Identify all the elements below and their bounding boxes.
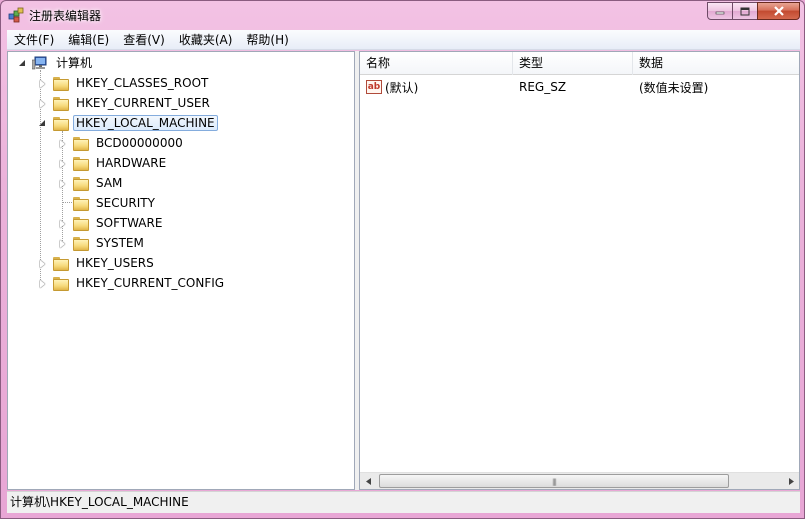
tree-node-hkey-current-user[interactable]: HKEY_CURRENT_USER	[38, 94, 213, 112]
scroll-left-icon	[365, 477, 371, 485]
folder-icon	[72, 236, 89, 251]
menu-help[interactable]: 帮助(H)	[239, 30, 295, 50]
minimize-button[interactable]	[707, 2, 733, 20]
folder-icon	[72, 216, 89, 231]
value-name-cell: ab (默认)	[360, 79, 513, 96]
folder-icon	[72, 156, 89, 171]
close-button[interactable]	[757, 2, 800, 20]
tree-node-label: HARDWARE	[96, 156, 167, 170]
tree-node-security[interactable]: SECURITY	[58, 194, 158, 212]
menu-favorites[interactable]: 收藏夹(A)	[172, 30, 240, 50]
value-data: (数值未设置)	[639, 80, 709, 95]
column-header-data[interactable]: 数据	[633, 52, 799, 75]
tree-node-label: SECURITY	[96, 196, 155, 210]
string-value-icon: ab	[366, 80, 382, 94]
registry-editor-window: 注册表编辑器 文件(F) 编辑(E) 查看(V) 收藏夹(A) 帮助(H) 计算…	[0, 0, 805, 519]
client-area: 计算机 HKEY_CLASSES_ROOT HKEY_CURRENT_USER …	[7, 51, 800, 490]
tree-node-label: SOFTWARE	[96, 216, 163, 230]
tree-node-hkey-local-machine[interactable]: HKEY_LOCAL_MACHINE	[38, 114, 218, 132]
scroll-right-icon	[788, 477, 794, 485]
tree-node-label-selected: HKEY_LOCAL_MACHINE	[73, 115, 218, 131]
column-header-type[interactable]: 类型	[513, 52, 633, 75]
folder-icon	[52, 276, 69, 291]
horizontal-scrollbar[interactable]: |||	[360, 472, 799, 489]
tree-node-label: SYSTEM	[96, 236, 144, 250]
tree-node-label: BCD00000000	[96, 136, 183, 150]
expand-arrow-icon[interactable]	[38, 279, 47, 288]
tree-node-computer[interactable]: 计算机	[18, 54, 95, 72]
folder-icon	[72, 176, 89, 191]
tree-node-hardware[interactable]: HARDWARE	[58, 154, 169, 172]
tree-node-label: HKEY_CURRENT_USER	[76, 96, 210, 110]
expand-arrow-icon[interactable]	[38, 119, 47, 128]
expand-arrow-icon[interactable]	[38, 79, 47, 88]
values-list[interactable]: 名称 类型 数据 ab (默认) REG_SZ (数值未设置) |||	[359, 51, 800, 490]
status-bar: 计算机\HKEY_LOCAL_MACHINE	[7, 491, 800, 513]
tree-node-bcd[interactable]: BCD00000000	[58, 134, 186, 152]
scroll-left-button[interactable]	[360, 473, 377, 489]
expand-arrow-icon[interactable]	[58, 219, 67, 228]
tree-node-label: SAM	[96, 176, 123, 190]
menu-view[interactable]: 查看(V)	[116, 30, 172, 50]
computer-icon	[32, 56, 47, 70]
tree-node-label: 计算机	[56, 56, 93, 70]
expand-arrow-icon[interactable]	[18, 59, 27, 68]
folder-icon	[52, 256, 69, 271]
list-header: 名称 类型 数据	[360, 52, 799, 75]
folder-icon	[52, 76, 69, 91]
tree-node-software[interactable]: SOFTWARE	[58, 214, 165, 232]
minimize-icon	[715, 11, 725, 15]
expand-arrow-icon[interactable]	[38, 99, 47, 108]
menu-file[interactable]: 文件(F)	[7, 30, 61, 50]
folder-icon	[52, 96, 69, 111]
grip-icon: |||	[551, 478, 557, 486]
tree-node-sam[interactable]: SAM	[58, 174, 125, 192]
maximize-button[interactable]	[732, 2, 758, 20]
menu-bar: 文件(F) 编辑(E) 查看(V) 收藏夹(A) 帮助(H)	[7, 30, 800, 50]
tree-node-label: HKEY_CLASSES_ROOT	[76, 76, 209, 90]
list-item[interactable]: ab (默认) REG_SZ (数值未设置)	[360, 78, 799, 96]
value-name: (默认)	[385, 80, 419, 95]
tree-node-hkey-classes-root[interactable]: HKEY_CLASSES_ROOT	[38, 74, 211, 92]
scrollbar-thumb[interactable]: |||	[379, 474, 729, 488]
status-path: 计算机\HKEY_LOCAL_MACHINE	[10, 495, 189, 509]
expand-arrow-icon[interactable]	[58, 239, 67, 248]
window-title: 注册表编辑器	[29, 9, 102, 23]
expand-arrow-icon[interactable]	[58, 139, 67, 148]
caption-buttons	[707, 2, 800, 21]
registry-tree[interactable]: 计算机 HKEY_CLASSES_ROOT HKEY_CURRENT_USER …	[7, 51, 355, 490]
menu-edit[interactable]: 编辑(E)	[61, 30, 116, 50]
expand-arrow-icon[interactable]	[58, 159, 67, 168]
tree-node-hkey-current-config[interactable]: HKEY_CURRENT_CONFIG	[38, 274, 227, 292]
scroll-right-button[interactable]	[782, 473, 799, 489]
tree-node-system[interactable]: SYSTEM	[58, 234, 147, 252]
folder-icon	[72, 136, 89, 151]
tree-node-label: HKEY_USERS	[76, 256, 154, 270]
regedit-app-icon	[8, 7, 24, 23]
folder-icon	[52, 116, 69, 131]
value-type: REG_SZ	[519, 80, 567, 94]
tree-node-hkey-users[interactable]: HKEY_USERS	[38, 254, 157, 272]
expand-arrow-icon[interactable]	[58, 179, 67, 188]
title-bar[interactable]: 注册表编辑器	[1, 1, 804, 29]
expand-arrow-icon[interactable]	[38, 259, 47, 268]
column-header-name[interactable]: 名称	[360, 52, 513, 75]
folder-icon	[72, 196, 89, 211]
close-icon	[773, 6, 784, 16]
maximize-icon	[740, 7, 750, 15]
tree-node-label: HKEY_CURRENT_CONFIG	[76, 276, 225, 290]
